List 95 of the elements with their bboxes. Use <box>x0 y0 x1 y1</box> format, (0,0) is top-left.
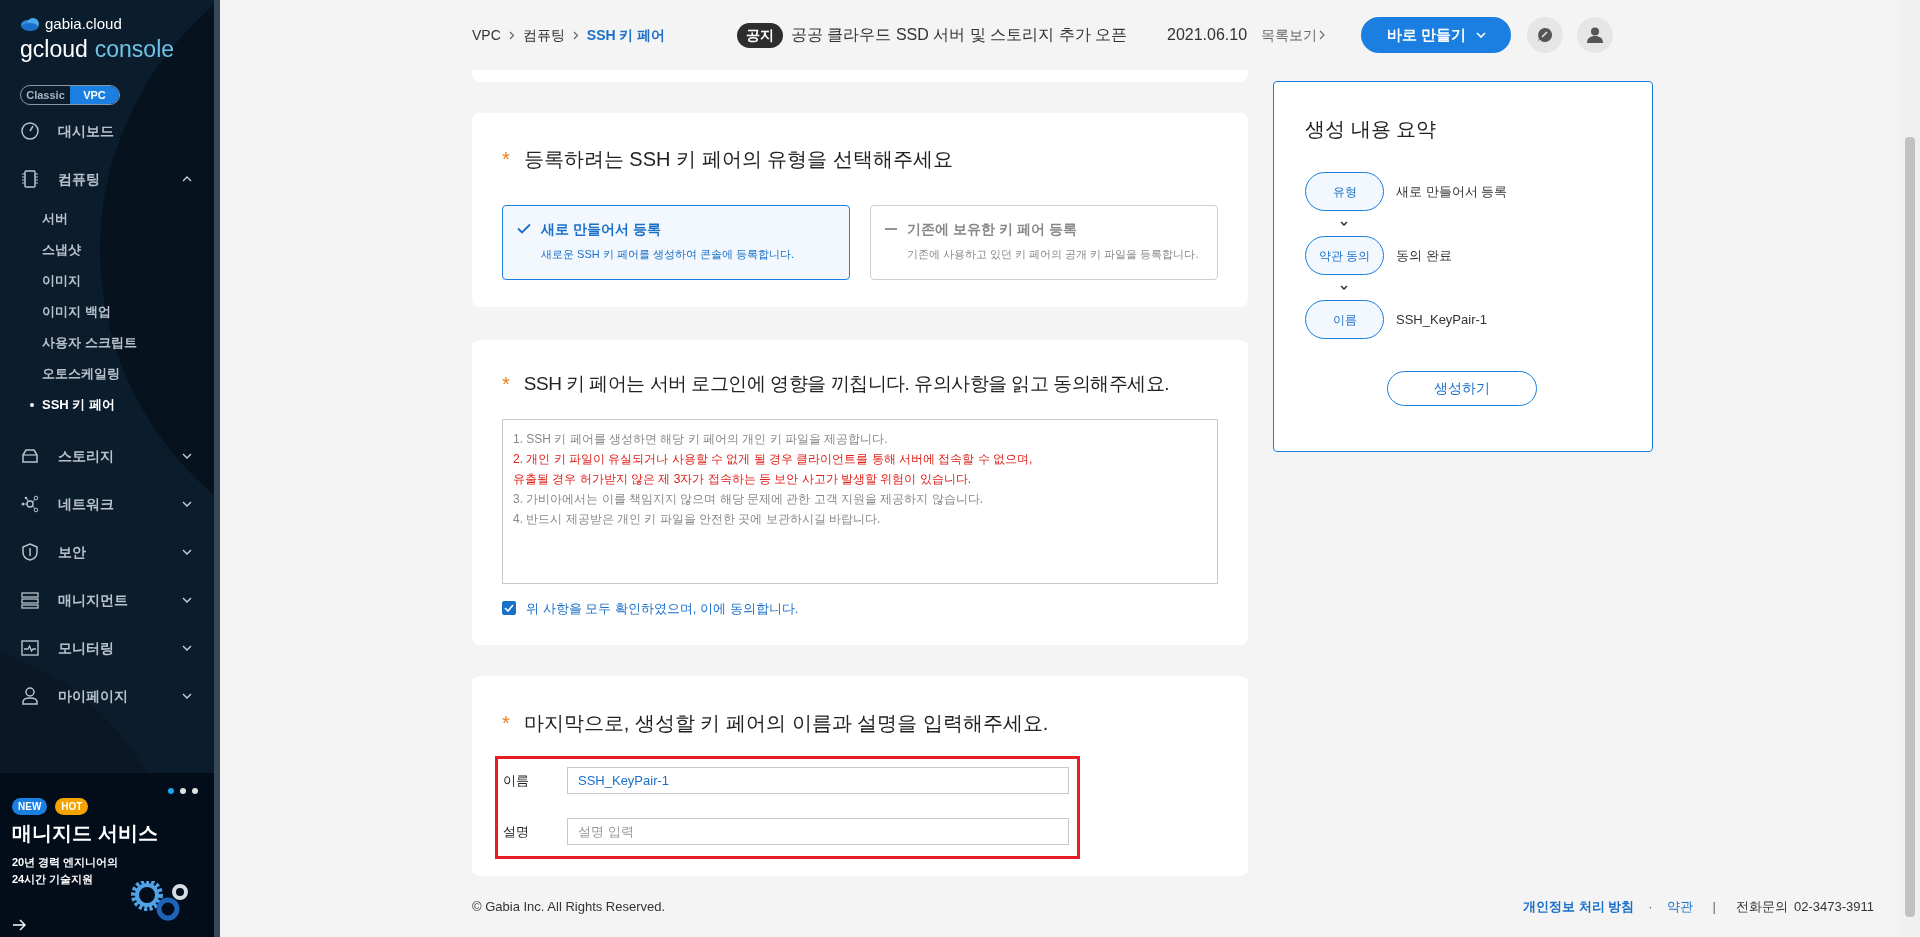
required-icon: * <box>502 374 510 395</box>
pipe-separator-text: | <box>1712 898 1716 916</box>
agree-checkbox[interactable] <box>502 601 516 616</box>
rack-icon <box>20 590 40 610</box>
step-value: 동의 완료 <box>1396 246 1452 265</box>
agree-label[interactable]: 위 사항을 모두 확인하였으며, 이에 동의합니다. <box>526 598 799 618</box>
user-icon <box>20 686 40 706</box>
create-now-button[interactable]: 바로 만들기 <box>1361 17 1512 53</box>
sidebar-item[interactable]: 스토리지 <box>0 432 220 480</box>
option-card[interactable]: 기존에 보유한 키 페어 등록 기존에 사용하고 있던 키 페어의 공개 키 파일을 등록합니다. <box>870 205 1218 280</box>
promo-banner[interactable]: NEW HOT 매니지드 서비스 20년 경력 엔지니어의 24시간 기술지원 <box>0 773 214 937</box>
scrollbar[interactable] <box>214 0 220 937</box>
submenu-item[interactable]: SSH 키 페어 <box>0 389 220 420</box>
terms-line: 3. 가비아에서는 이를 책임지지 않으며 해당 문제에 관한 고객 지원을 제공하지 않습니다. <box>513 490 984 508</box>
step-label: 이름 <box>1305 300 1384 339</box>
notice-title[interactable]: 공공 클라우드 SSD 서버 및 스토리지 추가 오픈 <box>791 23 1127 47</box>
promo-text: 20년 경력 엔지니어의 <box>12 855 120 870</box>
sidebar-item[interactable]: 컴퓨팅 <box>0 155 220 203</box>
required-icon: * <box>502 713 510 733</box>
phone-label: 전화문의 <box>1735 898 1788 916</box>
terms-link[interactable]: 약관 <box>1666 897 1693 917</box>
option-description: 기존에 사용하고 있던 키 페어의 공개 키 파일을 등록합니다. <box>907 247 1199 262</box>
option-title: 기존에 보유한 키 페어 등록 <box>907 220 1078 239</box>
notice-date: 2021.06.10 <box>1167 25 1248 45</box>
caret-icon <box>1475 32 1486 38</box>
step-label: 유형 <box>1305 172 1384 211</box>
notice-tag: 공지 <box>737 22 783 48</box>
option-card[interactable]: 새로 만들어서 등록 새로운 SSH 키 페어를 생성하여 콘솔에 등록합니다. <box>502 205 850 280</box>
scrollbar-thumb[interactable] <box>1905 137 1915 917</box>
terms-line: 1. SSH 키 페어를 생성하면 해당 키 페어의 개인 키 파일을 제공합니다. <box>513 430 889 448</box>
pulse-monitor-icon <box>20 638 40 658</box>
terms-line: 유출될 경우 허가받지 않은 제 3자가 접속하는 등 보안 사고가 발생할 위험이 있습니다. <box>513 470 972 488</box>
sidebar-item[interactable]: 보안 <box>0 528 220 576</box>
chevron-right-icon <box>572 30 579 40</box>
user-icon <box>1586 26 1605 44</box>
submenu-item[interactable]: 사용자 스크립트 <box>0 327 220 358</box>
arrow-right-icon[interactable] <box>12 919 26 931</box>
step-value: SSH_KeyPair-1 <box>1396 310 1488 329</box>
promo-badge: HOT <box>55 798 89 815</box>
breadcrumb-link[interactable]: SSH 키 페어 <box>586 24 666 46</box>
chevron-right-icon <box>508 30 515 40</box>
breadcrumb-link[interactable]: 컴퓨팅 <box>522 24 565 46</box>
submenu-item[interactable]: 서버 <box>0 203 220 234</box>
submenu-item[interactable]: 이미지 백업 <box>0 296 220 327</box>
promo-title: 매니지드 서비스 <box>12 821 159 846</box>
input-field[interactable]: 설명 입력 <box>567 818 1069 845</box>
mode-tab[interactable]: VPC <box>70 86 119 104</box>
field-label: 이름 <box>503 771 530 790</box>
sidebar-item[interactable]: 매니지먼트 <box>0 576 220 624</box>
brand-name: gabia.cloud <box>45 16 122 31</box>
field-label: 설명 <box>503 822 530 841</box>
product-suffix: console <box>94 38 175 61</box>
notice-list-link[interactable]: 목록보기 <box>1261 24 1326 46</box>
required-icon: * <box>502 149 510 169</box>
check-icon <box>517 223 531 234</box>
privacy-link[interactable]: 개인정보 처리 방침 <box>1523 897 1635 917</box>
account-button[interactable] <box>1577 17 1614 53</box>
promo-badge: NEW <box>12 798 48 815</box>
dot-separator-text: · <box>1648 898 1653 916</box>
section-title: 마지막으로, 생성할 키 페어의 이름과 설명을 입력해주세요. <box>523 711 1049 736</box>
drive-icon <box>20 446 40 466</box>
terms-line: 2. 개인 키 파일이 유실되거나 사용할 수 없게 될 경우 클라이언트를 통해 서버에 접속할 수 없으며, <box>513 450 1034 468</box>
chat-button[interactable] <box>1527 17 1564 53</box>
cloud-logo-icon <box>20 16 40 31</box>
section-title: SSH 키 페어는 서버 로그인에 영향을 끼칩니다. 유의사항을 읽고 동의해주세요. <box>523 372 1169 396</box>
submenu-item[interactable]: 이미지 <box>0 265 220 296</box>
terms-line: 4. 반드시 제공받은 개인 키 파일을 안전한 곳에 보관하시길 바랍니다. <box>513 510 882 528</box>
option-title: 새로 만들어서 등록 <box>541 220 662 239</box>
product-name: gcloud <box>20 38 88 61</box>
dash-icon <box>885 228 897 230</box>
chat-icon <box>1536 26 1555 44</box>
step-value: 새로 만들어서 등록 <box>1396 182 1508 201</box>
submenu-item[interactable]: 스냅샷 <box>0 234 220 265</box>
nodes-icon <box>20 494 40 514</box>
section-title: 등록하려는 SSH 키 페어의 유형을 선택해주세요 <box>523 147 953 172</box>
sidebar-item[interactable]: 네트워크 <box>0 480 220 528</box>
summary-title: 생성 내용 요약 <box>1305 117 1438 142</box>
sidebar-item[interactable]: 모니터링 <box>0 624 220 672</box>
step-label: 약관 동의 <box>1305 236 1384 275</box>
promo-text: 24시간 기술지원 <box>12 872 95 887</box>
chevron-down-icon <box>1340 221 1348 226</box>
sidebar-item[interactable]: 대시보드 <box>0 107 220 155</box>
shield-icon <box>20 542 40 562</box>
sidebar-item[interactable]: 마이페이지 <box>0 672 220 720</box>
chevron-right-icon <box>1319 30 1326 40</box>
chevron-down-icon <box>1340 285 1348 290</box>
mode-tab[interactable]: Classic <box>21 86 70 104</box>
chip-icon <box>20 169 40 189</box>
submenu-item[interactable]: 오토스케일링 <box>0 358 220 389</box>
option-description: 새로운 SSH 키 페어를 생성하여 콘솔에 등록합니다. <box>541 247 794 262</box>
breadcrumb-link[interactable]: VPC <box>472 24 501 46</box>
phone-number: 02-3473-3911 <box>1793 898 1874 916</box>
gauge-icon <box>20 121 40 141</box>
copyright-text: © Gabia Inc. All Rights Reserved. <box>472 898 666 917</box>
input-field[interactable]: SSH_KeyPair-1 <box>567 767 1069 794</box>
